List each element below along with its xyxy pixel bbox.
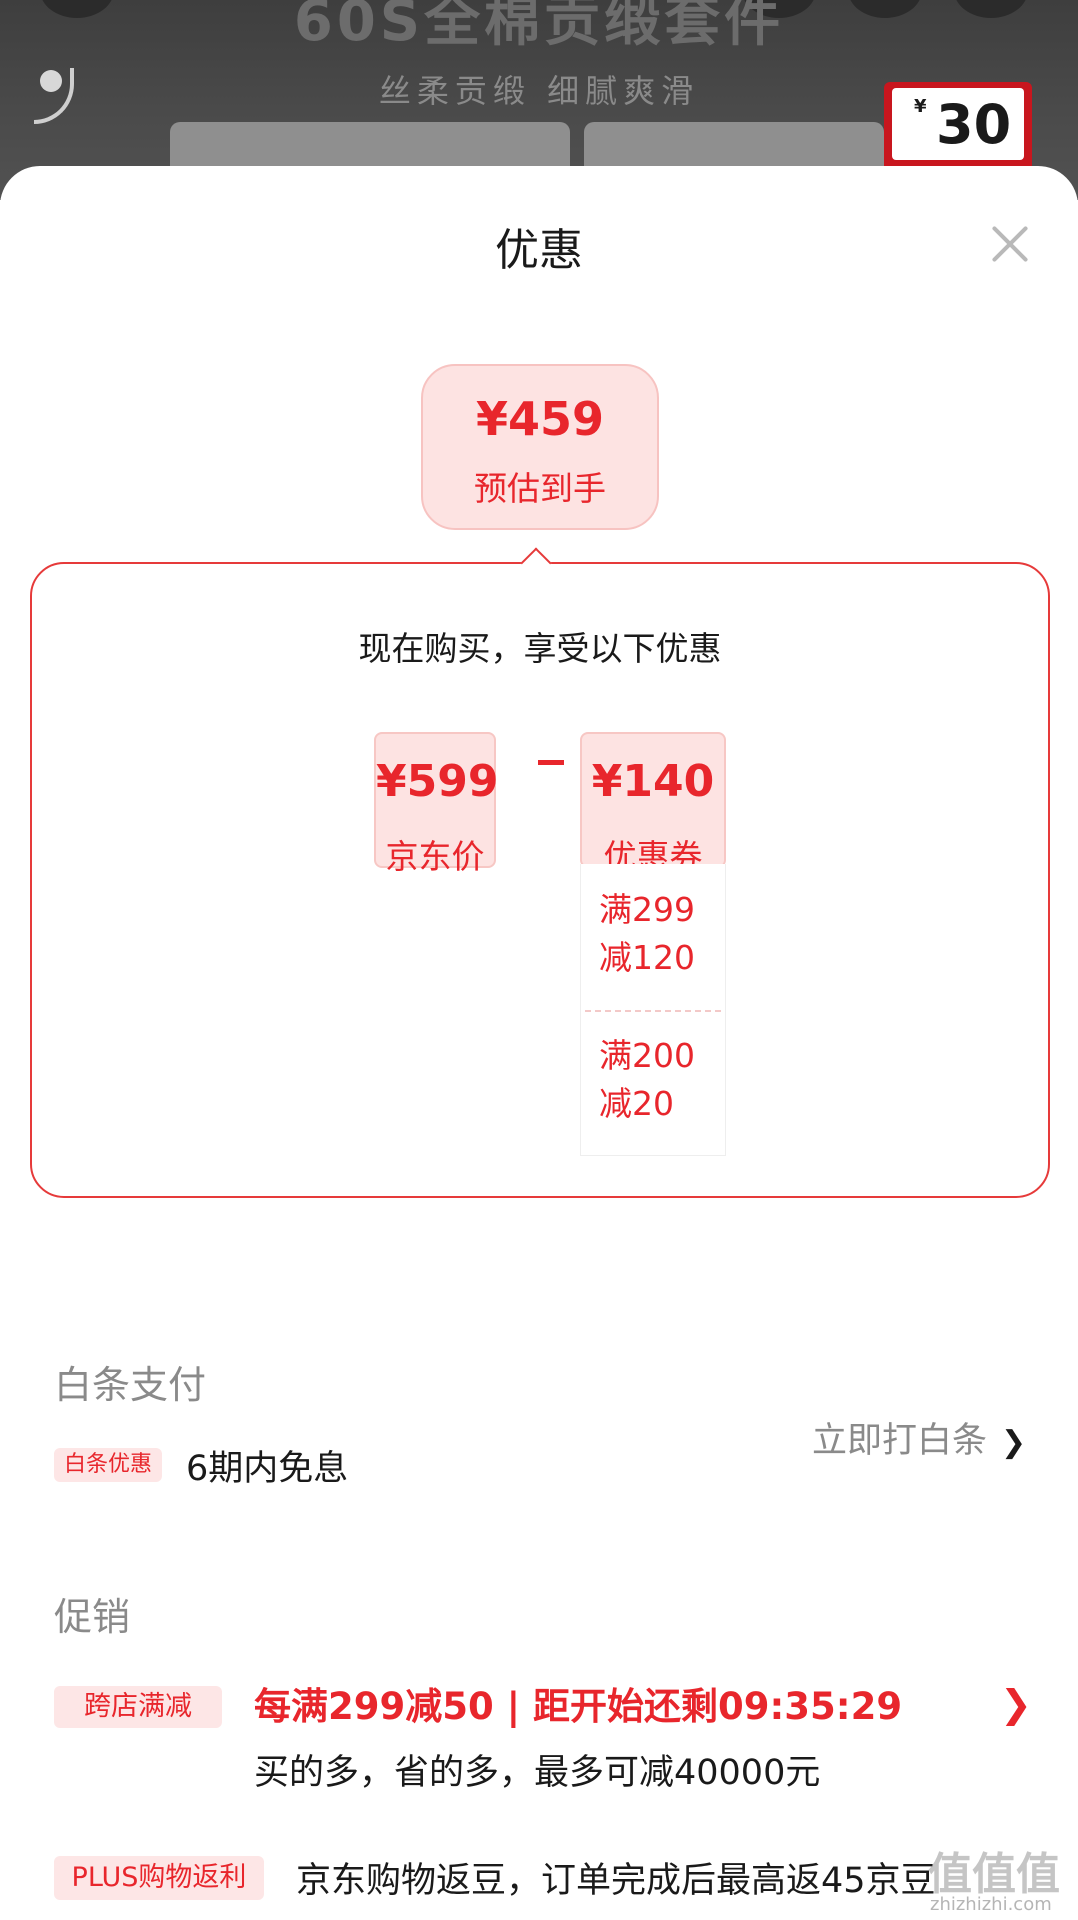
coupon-threshold: 满299 [599, 890, 695, 929]
coupon-value: ¥140 [591, 756, 715, 807]
close-icon[interactable] [986, 220, 1034, 268]
price-tag-currency: ¥ [914, 96, 927, 117]
discount-sheet: 优惠 ¥459 预估到手 现在购买，享受以下优惠 ¥599 京东价 ¥140 优… [0, 166, 1078, 1920]
coupon-item: 满299 减120 [599, 886, 719, 982]
promotion-subtext: 买的多，省的多，最多可减40000元 [254, 1753, 821, 1793]
offer-heading: 现在购买，享受以下优惠 [358, 629, 722, 668]
coupon-discount: 减120 [599, 938, 695, 977]
promotion-headline: 每满299减50 | 距开始还剩09:35:29 [254, 1685, 903, 1728]
coupon-item: 满200 减20 [599, 1032, 719, 1128]
open-baitiao-label: 立即打白条 [812, 1421, 988, 1461]
coupon-threshold: 满200 [599, 1036, 695, 1075]
estimated-price: ¥459 [475, 392, 605, 446]
baitiao-tag: 白条优惠 [54, 1448, 162, 1482]
open-baitiao-link[interactable]: 立即打白条 ❯ [812, 1412, 1026, 1462]
coupon-discount: 减20 [599, 1084, 674, 1123]
watermark-url: zhizhizhi.com [930, 1894, 1052, 1915]
plus-rebate-tag: PLUS购物返利 [54, 1856, 264, 1900]
cross-store-tag: 跨店满减 [54, 1686, 222, 1728]
coupon-list: 满299 减120 满200 减20 [580, 864, 726, 1156]
baitiao-section-title: 白条支付 [54, 1363, 207, 1407]
price-tag-value: 30 [936, 93, 1012, 156]
promotion-section-title: 促销 [54, 1595, 131, 1639]
estimated-price-bubble: ¥459 预估到手 [421, 364, 659, 530]
price-tag-inner: ¥ 30 [892, 88, 1024, 160]
baitiao-text: 6期内免息 [186, 1449, 349, 1489]
chevron-right-icon: ❯ [1001, 1425, 1027, 1460]
chevron-right-icon[interactable]: ❯ [1000, 1682, 1032, 1726]
jd-price-label: 京东价 [385, 837, 485, 876]
offer-breakdown-box: 现在购买，享受以下优惠 ¥599 京东价 ¥140 优惠券 满299 减120 … [30, 562, 1050, 1198]
plus-rebate-text: 京东购物返豆，订单完成后最高返45京豆 [296, 1861, 936, 1901]
jd-price-box: ¥599 京东价 [374, 732, 499, 876]
coupon-divider [585, 1010, 721, 1012]
sheet-title: 优惠 [495, 225, 583, 276]
watermark-logo: 值值值 [928, 1849, 1060, 1900]
minus-operator [538, 760, 564, 765]
lamp-head [40, 70, 62, 92]
estimated-price-label: 预估到手 [474, 469, 606, 508]
coupon-box: ¥140 优惠券 [580, 732, 726, 876]
jd-price-value: ¥599 [376, 756, 499, 807]
banner-title: 60S全棉贡缎套件 [293, 0, 785, 54]
